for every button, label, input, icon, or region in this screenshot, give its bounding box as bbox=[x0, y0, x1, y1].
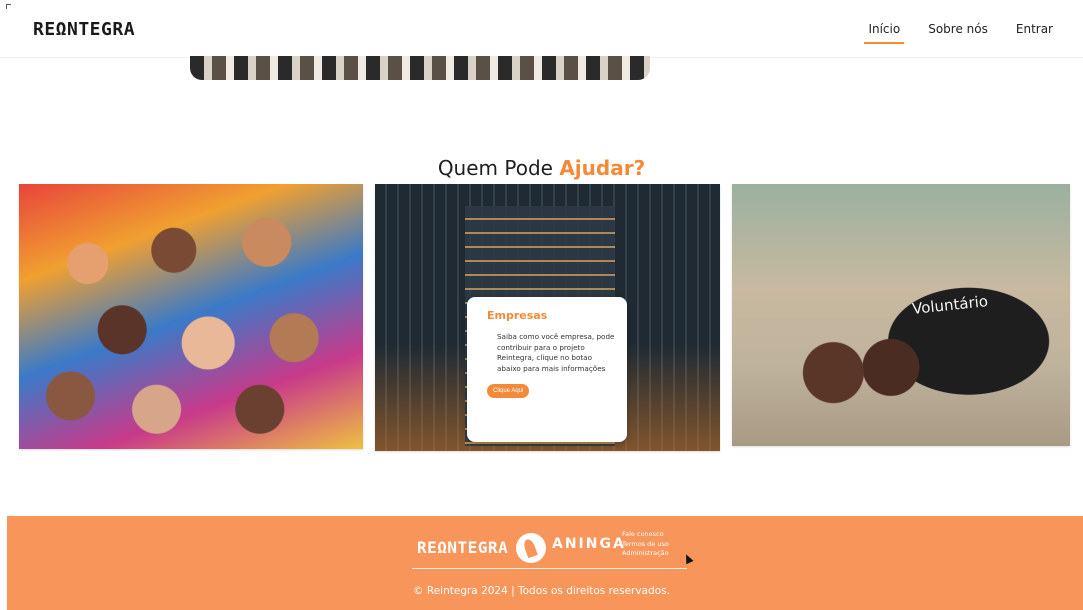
card-volunteer-image[interactable]: Voluntário bbox=[732, 184, 1070, 446]
footer-links: Fale conosco Termos de uso Administração bbox=[622, 530, 669, 558]
nav-link-inicio[interactable]: Início bbox=[864, 22, 904, 44]
footer-link-contact[interactable]: Fale conosco bbox=[622, 530, 669, 539]
companies-info-box: Empresas Saiba como você empresa, pode c… bbox=[467, 297, 627, 442]
hero-image bbox=[190, 56, 650, 80]
volunteer-shirt-text: Voluntário bbox=[911, 292, 989, 318]
section-title: Quem Pode Ajudar? bbox=[0, 156, 1083, 180]
site-logo[interactable]: REΩNTEGRA bbox=[33, 19, 135, 40]
footer-link-terms[interactable]: Termos de uso bbox=[622, 540, 669, 549]
footer-logo[interactable]: REΩNTEGRA bbox=[417, 538, 508, 557]
corner-mark-icon bbox=[6, 4, 11, 9]
nav-link-entrar[interactable]: Entrar bbox=[1016, 22, 1053, 42]
click-here-button[interactable]: Clique Aqui bbox=[487, 384, 530, 398]
companies-info-text: Saiba como você empresa, pode contribuir… bbox=[497, 332, 615, 373]
aninga-logo-icon bbox=[516, 533, 546, 563]
copyright-text: © Reintegra 2024 | Todos os direitos res… bbox=[413, 585, 670, 597]
section-title-accent: Ajudar? bbox=[559, 156, 646, 180]
nav-link-sobre-nos[interactable]: Sobre nós bbox=[928, 22, 988, 42]
section-title-prefix: Quem Pode bbox=[437, 156, 553, 180]
footer-divider bbox=[412, 568, 687, 569]
main-nav: Início Sobre nós Entrar bbox=[864, 22, 1053, 44]
card-people-image[interactable] bbox=[19, 184, 363, 449]
companies-info-title: Empresas bbox=[487, 309, 548, 322]
site-footer: REΩNTEGRA ANINGA Fale conosco Termos de … bbox=[7, 516, 1083, 610]
partner-name[interactable]: ANINGA bbox=[552, 536, 626, 552]
site-header: REΩNTEGRA Início Sobre nós Entrar bbox=[0, 0, 1083, 58]
footer-link-admin[interactable]: Administração bbox=[622, 549, 669, 558]
